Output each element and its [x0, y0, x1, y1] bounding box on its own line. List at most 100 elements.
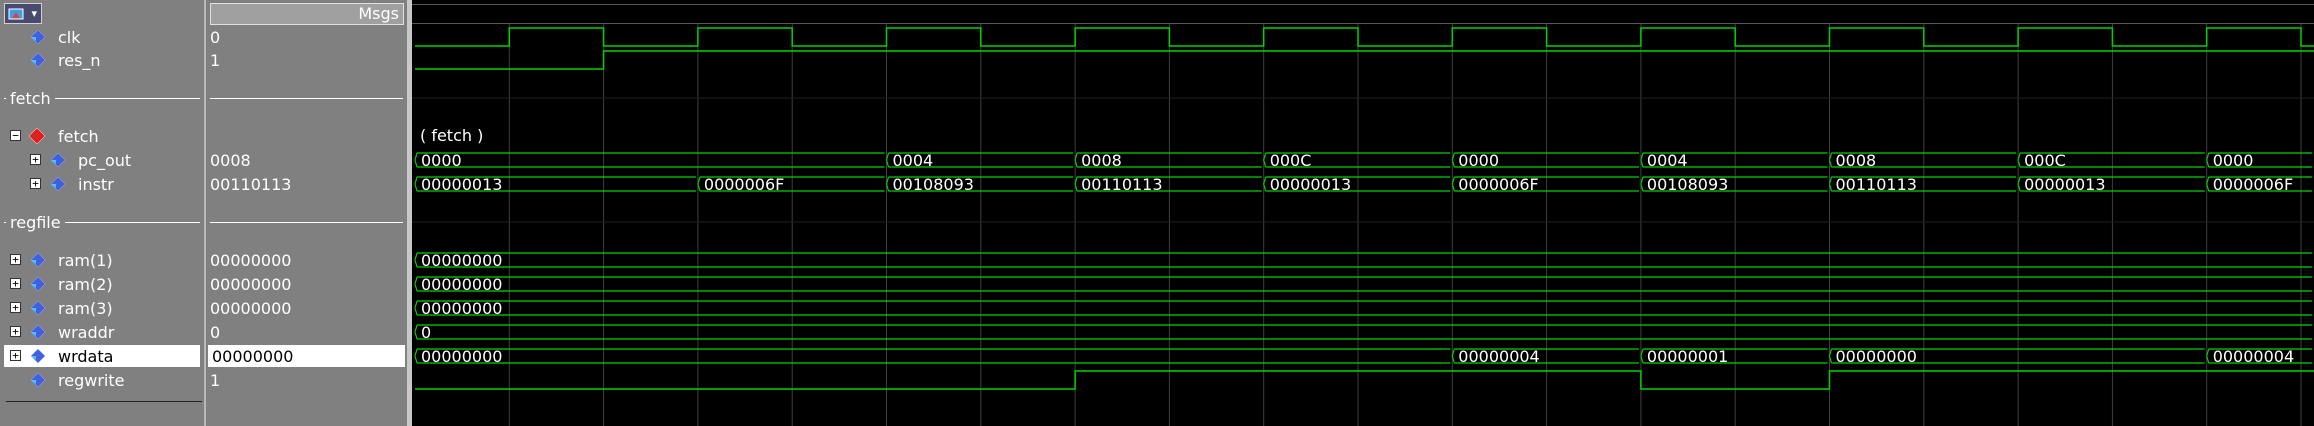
wave-window: ▾ clk res_nfetch − fetch + pc_out + instr regfil…: [0, 0, 2314, 426]
collapse-icon[interactable]: −: [10, 130, 21, 141]
expand-icon[interactable]: +: [30, 178, 41, 189]
signal-value-wraddr[interactable]: 0: [206, 321, 407, 343]
signal-row-wraddr[interactable]: + wraddr: [0, 321, 204, 343]
bus-segment: [417, 276, 2312, 292]
bus-transition: [414, 176, 418, 192]
signal-name: clk: [58, 28, 81, 47]
msgs-header: Msgs: [210, 3, 404, 25]
bus-transition: [414, 276, 418, 292]
signal-value-clk[interactable]: 0: [206, 26, 407, 48]
group-divider-regfile[interactable]: regfile: [0, 211, 204, 233]
bus-value-label: 0000: [1458, 151, 1499, 170]
clk-waveform: [415, 27, 2314, 47]
bus-diamond-icon: [28, 347, 46, 365]
group-label: regfile: [6, 213, 65, 232]
signal-name: fetch: [58, 127, 99, 146]
signal-row-clk[interactable]: clk: [0, 26, 204, 48]
res-n-waveform: [415, 50, 2314, 70]
signal-row-ram1[interactable]: + ram(1): [0, 249, 204, 271]
bus-value-label: 0000: [2213, 151, 2254, 170]
signal-name: ram(1): [58, 251, 113, 270]
expand-icon[interactable]: +: [10, 326, 21, 337]
signal-row-instr[interactable]: + instr: [0, 173, 204, 195]
signal-value-wrdata[interactable]: 00000000: [208, 345, 405, 367]
group-label: fetch: [6, 89, 55, 108]
bus-value-label: 00000001: [1647, 347, 1728, 366]
signal-value-res_n[interactable]: 1: [206, 49, 407, 71]
signal-value-text: 00110113: [210, 175, 292, 194]
bus-value-label: 00000000: [421, 275, 502, 294]
wave-toolbar-button[interactable]: ▾: [4, 3, 42, 24]
waveform-canvas[interactable]: ( fetch )0000 0004 0008 000C 0000 0004 0008 000…: [412, 0, 2314, 426]
signal-row-regwrite[interactable]: regwrite: [0, 369, 204, 391]
signal-name: regwrite: [58, 371, 125, 390]
bus-value-label: 0000006F: [704, 175, 784, 194]
signal-row-fetch[interactable]: − fetch: [0, 125, 204, 147]
bus-value-label: 00108093: [1647, 175, 1728, 194]
signal-value-ram1[interactable]: 00000000: [206, 249, 407, 271]
bus-value-label: 0008: [1081, 151, 1122, 170]
signal-row-res_n[interactable]: res_n: [0, 49, 204, 71]
group-divider-value: [206, 87, 410, 109]
group-line: [210, 222, 403, 223]
bus-value-label: 0004: [893, 151, 934, 170]
expand-icon[interactable]: +: [10, 278, 21, 289]
bus-segment: [417, 152, 885, 168]
signal-value-text: 00000000: [210, 275, 292, 294]
signal-name: ram(3): [58, 299, 113, 318]
group-line: [210, 98, 403, 99]
bus-segment: [417, 348, 1451, 364]
signal-value-text: 1: [210, 51, 221, 70]
signal-name-pane: ▾ clk res_nfetch − fetch + pc_out + instr regfil…: [0, 0, 204, 426]
fetch-wave-label: ( fetch ): [420, 126, 483, 145]
bus-transition: [414, 300, 418, 316]
bus-value-label: 00000004: [2213, 347, 2294, 366]
bus-transition: [414, 324, 418, 340]
signal-diamond-icon: [28, 371, 46, 389]
waveform-pane: ( fetch ) 0000 0004 0008 000C 0000 0004 0008 000…: [412, 0, 2314, 426]
bus-value-label: 0004: [1647, 151, 1688, 170]
bus-value-label: 0: [421, 323, 431, 342]
group-divider-fetch[interactable]: fetch: [0, 87, 204, 109]
signal-name: wraddr: [58, 323, 115, 342]
signal-row-ram2[interactable]: + ram(2): [0, 273, 204, 295]
signal-row-pc_out[interactable]: + pc_out: [0, 149, 204, 171]
bus-value-label: 00000000: [421, 299, 502, 318]
bus-segment: [417, 252, 2312, 268]
chevron-down-icon[interactable]: ▾: [31, 8, 37, 20]
signal-value-fetch[interactable]: [206, 125, 407, 147]
regwrite-waveform: [415, 370, 2314, 390]
bus-transition: [414, 252, 418, 268]
signal-name: wrdata: [58, 347, 114, 366]
expand-icon[interactable]: +: [30, 154, 41, 165]
value-pane: Msgs 0 1 0008 00110113 00000000 00000000 00000…: [206, 0, 407, 426]
bus-value-label: 000C: [2024, 151, 2066, 170]
signal-value-regwrite[interactable]: 1: [206, 369, 407, 391]
wave-view-icon: [8, 8, 24, 20]
bus-segment: [417, 300, 2312, 316]
signal-row-ram3[interactable]: + ram(3): [0, 297, 204, 319]
signal-value-ram2[interactable]: 00000000: [206, 273, 407, 295]
signal-value-instr[interactable]: 00110113: [206, 173, 407, 195]
bus-value-label: 00000013: [421, 175, 502, 194]
row-underline: [6, 401, 202, 402]
bus-transition: [414, 348, 418, 364]
bus-diamond-icon: [28, 323, 46, 341]
bus-value-label: 00110113: [1836, 175, 1917, 194]
bus-transition: [414, 152, 418, 168]
signal-row-wrdata[interactable]: + wrdata: [4, 345, 200, 367]
bus-value-label: 0000006F: [2213, 175, 2293, 194]
bus-value-label: 00108093: [893, 175, 974, 194]
signal-value-ram3[interactable]: 00000000: [206, 297, 407, 319]
signal-value-pc_out[interactable]: 0008: [206, 149, 407, 171]
bus-value-label: 00000004: [1458, 347, 1539, 366]
expand-icon[interactable]: +: [10, 350, 21, 361]
expand-icon[interactable]: +: [10, 302, 21, 313]
bus-value-label: 00000000: [421, 347, 502, 366]
group-divider-value: [206, 211, 410, 233]
bus-value-label: 00000000: [1836, 347, 1917, 366]
bus-value-label: 00000000: [421, 251, 502, 270]
expand-icon[interactable]: +: [10, 254, 21, 265]
signal-diamond-icon: [28, 28, 46, 46]
instance-red-diamond-icon: [28, 127, 46, 145]
